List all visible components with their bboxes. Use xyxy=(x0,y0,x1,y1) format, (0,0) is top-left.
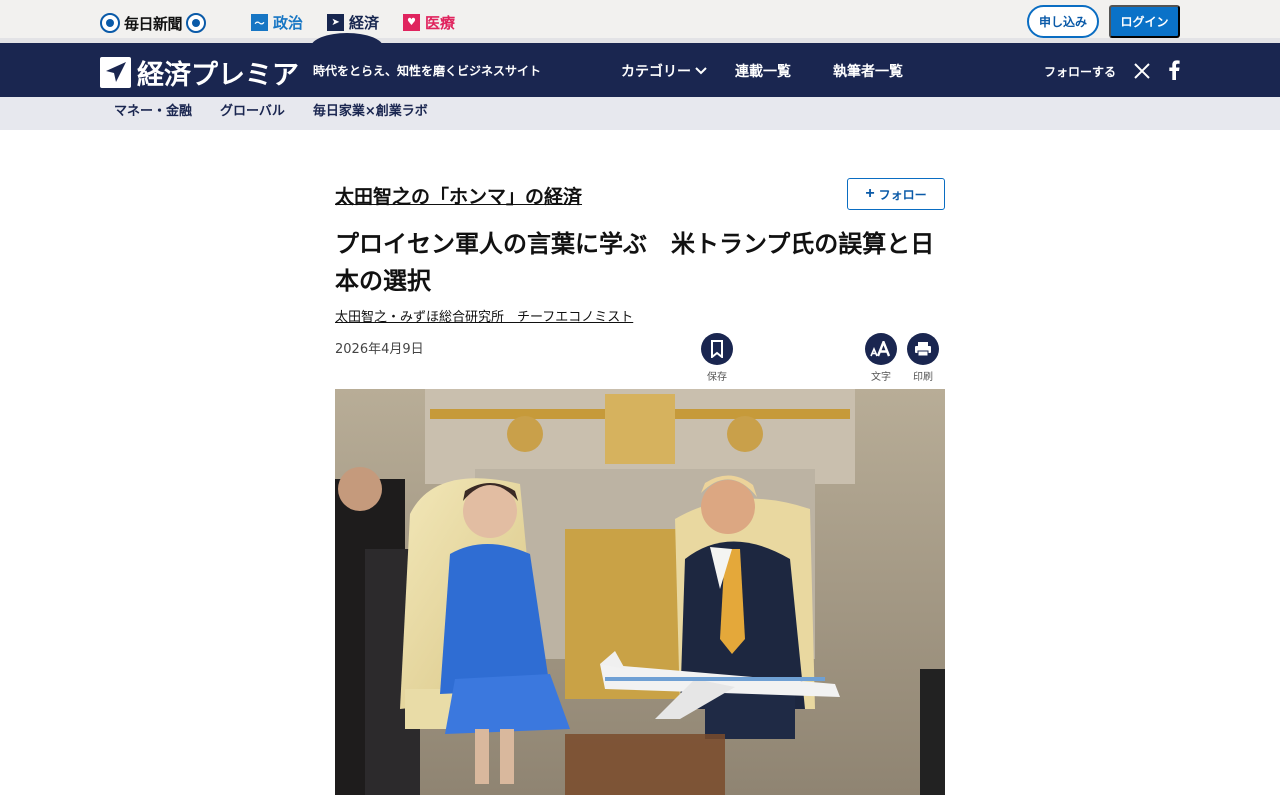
login-button[interactable]: ログイン xyxy=(1109,5,1180,38)
arrow-icon: ➤ xyxy=(327,13,345,31)
mainichi-logo[interactable]: 毎日新聞 xyxy=(100,12,207,34)
font-size-label: 文字 xyxy=(871,372,891,383)
brand-logo[interactable]: 経済プレミア xyxy=(100,53,299,92)
save-label: 保存 xyxy=(707,372,727,383)
pulse-icon: 〜 xyxy=(251,13,268,31)
nav-category[interactable]: カテゴリー xyxy=(621,61,707,81)
facebook-icon[interactable] xyxy=(1167,60,1181,80)
publish-date: 2026年4月9日 xyxy=(335,342,424,357)
nav-serial-list[interactable]: 連載一覧 xyxy=(735,61,791,81)
font-size-icon xyxy=(865,333,897,365)
subnav-item-money[interactable]: マネー・金融 xyxy=(114,100,192,119)
article-headline: プロイセン軍人の言葉に学ぶ 米トランプ氏の誤算と日本の選択 xyxy=(335,230,935,295)
mainichi-eye-icon xyxy=(186,13,207,33)
main-nav: カテゴリー 連載一覧 執筆者一覧 xyxy=(621,61,903,81)
tagline: 時代をとらえ、知性を磨くビジネスサイト xyxy=(313,64,542,78)
x-icon[interactable] xyxy=(1133,62,1151,80)
mainichi-logo-text: 毎日新聞 xyxy=(124,14,183,33)
print-button[interactable]: 印刷 xyxy=(903,333,943,383)
mainichi-eye-icon xyxy=(100,13,120,33)
site-tab-label: 経済 xyxy=(349,13,380,32)
article-photo xyxy=(335,389,945,795)
sub-nav-bar: マネー・金融 グローバル 毎日家業×創業ラボ xyxy=(0,97,1280,130)
main-header: 経済プレミア 時代をとらえ、知性を磨くビジネスサイト カテゴリー 連載一覧 執筆… xyxy=(0,43,1280,97)
site-tab-seiji[interactable]: 〜 政治 xyxy=(251,12,303,32)
author-link[interactable]: 太田智之・みずほ総合研究所 チーフエコノミスト xyxy=(335,306,633,325)
printer-icon xyxy=(907,333,939,365)
print-label: 印刷 xyxy=(913,372,933,383)
paper-plane-icon xyxy=(100,57,131,88)
site-tab-label: 医療 xyxy=(425,13,456,32)
subnav-item-kagyo-lab[interactable]: 毎日家業×創業ラボ xyxy=(313,100,428,119)
site-tab-iryo[interactable]: ♥ 医療 xyxy=(403,12,455,32)
site-tabs: 〜 政治 ➤ 経済 ♥ 医療 xyxy=(251,12,455,32)
top-strip: 毎日新聞 〜 政治 ➤ 経済 ♥ 医療 申し込み ログイン xyxy=(0,0,1280,43)
apply-button[interactable]: 申し込み xyxy=(1027,5,1099,38)
follow-label: フォローする xyxy=(1044,65,1117,79)
plus-icon: + xyxy=(865,185,875,202)
subnav-item-global[interactable]: グローバル xyxy=(220,100,285,119)
series-title-link[interactable]: 太田智之の「ホンマ」の経済 xyxy=(335,182,582,209)
save-button[interactable]: 保存 xyxy=(697,333,737,383)
nav-category-label: カテゴリー xyxy=(621,64,691,80)
brand-name: 経済プレミア xyxy=(137,60,299,91)
follow-button-label: フォロー xyxy=(878,187,927,202)
font-size-button[interactable]: 文字 xyxy=(861,333,901,383)
chevron-down-icon xyxy=(695,67,707,75)
site-tab-label: 政治 xyxy=(273,13,304,32)
site-tab-keizai[interactable]: ➤ 経済 xyxy=(327,12,379,32)
nav-writers-list[interactable]: 執筆者一覧 xyxy=(833,61,903,81)
follow-button[interactable]: + フォロー xyxy=(847,178,945,210)
heart-icon: ♥ xyxy=(403,13,421,31)
bookmark-icon xyxy=(701,333,733,365)
sub-nav: マネー・金融 グローバル 毎日家業×創業ラボ xyxy=(114,100,428,119)
